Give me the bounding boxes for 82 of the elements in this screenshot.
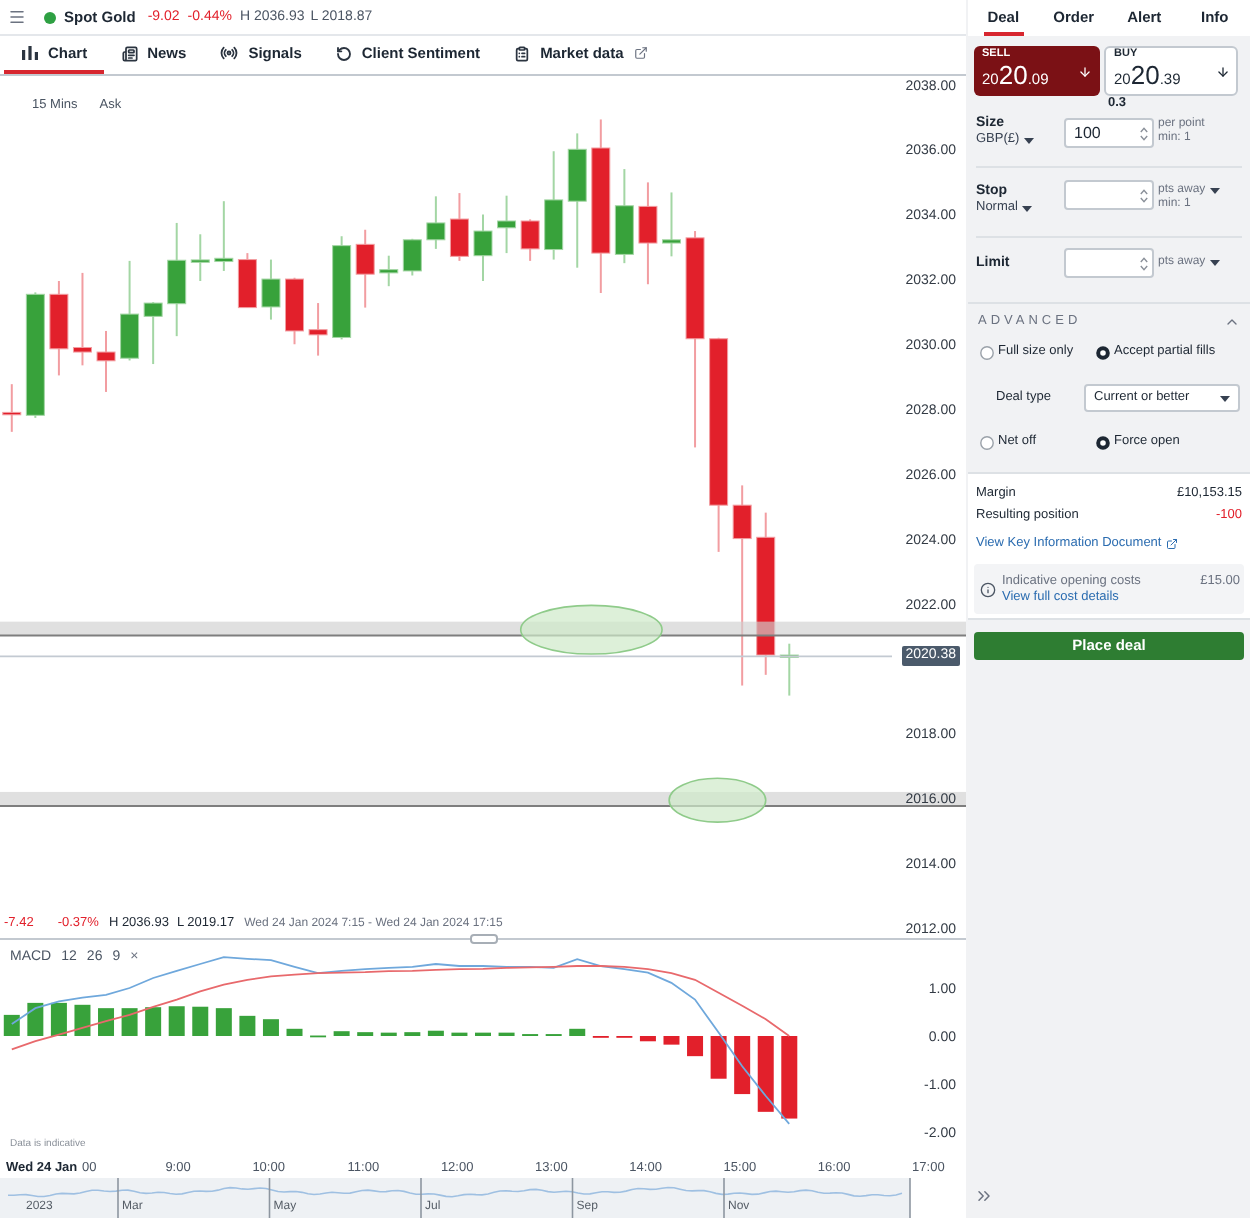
candlestick — [72, 271, 92, 367]
radio-icon[interactable] — [980, 346, 994, 360]
caret-icon — [1209, 187, 1220, 193]
ellipse-marker — [519, 604, 663, 655]
resize-handle[interactable] — [470, 934, 498, 944]
histogram-bar — [710, 1036, 727, 1079]
candlestick — [497, 194, 517, 255]
stepper-icon[interactable] — [1140, 125, 1148, 141]
histogram-bar — [781, 1036, 798, 1119]
histogram-bar — [168, 1006, 185, 1036]
histogram-bar — [639, 1036, 656, 1042]
radio-icon[interactable] — [980, 436, 994, 450]
bar-chart-icon — [22, 46, 38, 60]
newspaper-icon — [121, 45, 138, 61]
candlestick — [544, 150, 564, 261]
histogram-bar — [333, 1031, 350, 1036]
broadcast-icon — [220, 44, 239, 62]
histogram-bar — [50, 1002, 67, 1036]
double-chevron-icon[interactable] — [974, 1186, 994, 1206]
timeline-navigator[interactable] — [0, 1178, 910, 1218]
caret-icon — [1220, 395, 1230, 401]
candlestick — [2, 383, 22, 433]
histogram-bar — [569, 1028, 586, 1036]
histogram-bar — [74, 1004, 91, 1036]
candlestick — [332, 235, 352, 341]
stepper-icon[interactable] — [1140, 255, 1148, 271]
histogram-bar — [286, 1028, 303, 1036]
candlestick — [143, 301, 163, 366]
candlestick — [308, 302, 328, 357]
histogram-bar — [262, 1019, 279, 1036]
histogram-bar — [215, 1008, 232, 1036]
candlestick — [237, 252, 257, 309]
candlestick — [285, 276, 304, 346]
candlestick — [473, 213, 493, 282]
candlestick — [261, 258, 281, 321]
radio-icon[interactable] — [1096, 346, 1110, 360]
histogram-bar — [687, 1036, 704, 1057]
candlestick — [614, 168, 634, 265]
size-input[interactable]: 100 — [1064, 118, 1154, 148]
refresh-icon — [335, 45, 352, 61]
candlestick — [638, 181, 658, 286]
candlestick — [520, 218, 540, 262]
candlestick — [426, 195, 446, 250]
candlestick — [49, 280, 69, 377]
caret-icon — [1209, 259, 1220, 265]
external-link-icon — [1165, 538, 1178, 550]
candlestick — [25, 291, 45, 419]
histogram-bar — [98, 1008, 114, 1036]
candlestick — [402, 237, 422, 277]
histogram-bar — [663, 1036, 680, 1045]
candlestick — [120, 259, 140, 362]
candlestick — [779, 642, 799, 697]
caret-icon — [1023, 137, 1034, 143]
candlestick — [355, 228, 375, 309]
candlestick — [662, 191, 681, 258]
histogram-bar — [757, 1036, 774, 1112]
ellipse-marker — [668, 777, 767, 823]
histogram-bar — [121, 1008, 138, 1036]
candlestick — [190, 233, 210, 282]
candlestick — [449, 192, 469, 262]
stop-input[interactable] — [1064, 180, 1154, 210]
histogram-bar — [27, 1002, 44, 1036]
histogram-bar — [427, 1030, 444, 1036]
arrow-down-icon — [1078, 61, 1092, 81]
candlestick — [567, 132, 587, 269]
histogram-bar — [734, 1036, 751, 1095]
info-icon — [980, 581, 996, 597]
candlestick — [214, 200, 234, 272]
candlestick — [167, 221, 187, 338]
candlestick — [379, 254, 399, 288]
candlestick — [96, 329, 116, 393]
histogram-bar — [3, 1014, 20, 1036]
stepper-icon[interactable] — [1140, 187, 1148, 203]
menu-icon[interactable] — [8, 8, 26, 26]
caret-icon — [1021, 205, 1032, 211]
histogram-bar — [192, 1006, 209, 1036]
histogram-bar — [239, 1015, 256, 1036]
arrow-down-icon — [1216, 61, 1230, 81]
radio-icon[interactable] — [1096, 436, 1110, 450]
clipboard-icon — [514, 45, 531, 61]
histogram-bar — [145, 1007, 162, 1036]
limit-input[interactable] — [1064, 248, 1154, 278]
